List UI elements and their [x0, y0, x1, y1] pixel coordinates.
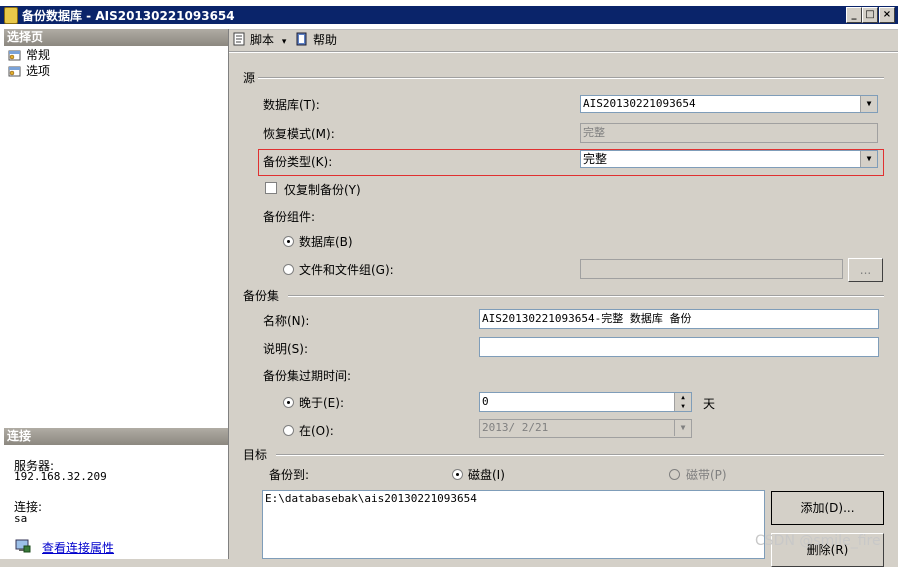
toolbar: 脚本 ▾ 帮助 — [229, 29, 898, 49]
database-value: AIS20130221093654 — [583, 97, 696, 110]
page-item-general[interactable]: 常规 — [8, 47, 50, 63]
expire-date-picker: 2013/ 2/21 ▼ — [479, 419, 692, 438]
select-page-header: 选择页 — [4, 29, 228, 46]
database-icon — [4, 7, 18, 24]
backup-to-label: 备份到: — [269, 468, 310, 482]
source-divider — [258, 77, 884, 79]
watermark: CSDN @smile_fire — [755, 533, 881, 549]
page-gear-icon — [8, 49, 22, 61]
connection-properties-icon — [15, 539, 31, 553]
script-label: 脚本 — [250, 33, 275, 47]
script-button[interactable]: 脚本 ▾ — [232, 31, 286, 48]
help-button[interactable]: 帮助 — [295, 31, 337, 48]
component-files-radio[interactable] — [283, 264, 294, 275]
backup-set-name-label: 名称(N): — [263, 314, 310, 328]
copy-only-checkbox[interactable] — [265, 182, 277, 194]
expire-days-value: 0 — [482, 395, 489, 408]
backup-type-value: 完整 — [583, 152, 608, 166]
description-label: 说明(S): — [263, 342, 309, 356]
minimize-button[interactable]: _ — [846, 7, 862, 23]
window-title-bar[interactable]: 备份数据库 - AIS20130221093654 _ □ × — [0, 0, 898, 30]
toolbar-divider — [229, 51, 898, 53]
expire-after-radio[interactable] — [283, 397, 294, 408]
destination-divider — [276, 454, 884, 456]
backup-type-select[interactable]: 完整 ▼ — [580, 150, 878, 168]
expire-on-label: 在(O): — [299, 424, 334, 438]
browse-files-button[interactable]: ... — [848, 258, 883, 282]
connection-header: 连接 — [4, 428, 228, 445]
source-group-label: 源 — [243, 71, 256, 85]
destination-group-label: 目标 — [243, 448, 268, 462]
left-pane: 选择页 常规 选项 连接 服务器: 192.168.32.209 连接: sa … — [0, 29, 229, 559]
page-item-options[interactable]: 选项 — [8, 63, 50, 79]
expire-on-radio[interactable] — [283, 425, 294, 436]
view-connection-properties-link[interactable]: 查看连接属性 — [42, 539, 114, 556]
page-gear-icon — [8, 65, 22, 77]
page-item-label: 选项 — [26, 64, 51, 78]
backup-component-label: 备份组件: — [263, 210, 316, 224]
add-destination-button[interactable]: 添加(D)... — [771, 491, 884, 525]
expire-date-value: 2013/ 2/21 — [482, 421, 549, 434]
help-label: 帮助 — [313, 33, 338, 47]
backup-set-group-label: 备份集 — [243, 289, 280, 303]
close-button[interactable]: × — [879, 7, 895, 23]
backup-set-divider — [288, 295, 884, 297]
chevron-down-icon: ▼ — [674, 420, 691, 436]
description-input[interactable] — [479, 337, 879, 357]
files-filegroups-field — [580, 259, 843, 279]
recovery-model-label: 恢复模式(M): — [263, 127, 335, 141]
connection-value: sa — [14, 512, 28, 525]
tape-label: 磁带(P) — [686, 468, 727, 482]
stepper-up-icon[interactable]: ▲ — [675, 393, 691, 402]
destination-list[interactable]: E:\databasebak\ais20130221093654 — [262, 490, 765, 559]
component-database-label: 数据库(B) — [299, 235, 353, 249]
expire-after-label: 晚于(E): — [299, 396, 344, 410]
backup-type-label: 备份类型(K): — [263, 155, 333, 169]
chevron-down-icon[interactable]: ▾ — [282, 37, 287, 47]
stepper-down-icon[interactable]: ▼ — [675, 402, 691, 411]
disk-label: 磁盘(I) — [468, 468, 505, 482]
stepper-arrows[interactable]: ▲ ▼ — [674, 393, 691, 411]
recovery-model-field: 完整 — [580, 123, 878, 143]
database-select[interactable]: AIS20130221093654 ▼ — [580, 95, 878, 113]
copy-only-label: 仅复制备份(Y) — [284, 183, 361, 197]
expire-days-stepper[interactable]: 0 ▲ ▼ — [479, 392, 692, 412]
expire-label: 备份集过期时间: — [263, 369, 352, 383]
tape-radio — [669, 469, 680, 480]
server-value: 192.168.32.209 — [14, 470, 107, 483]
help-icon — [295, 32, 309, 46]
days-label: 天 — [703, 397, 716, 411]
disk-radio[interactable] — [452, 469, 463, 480]
chevron-down-icon[interactable]: ▼ — [860, 96, 877, 112]
page-item-label: 常规 — [26, 48, 51, 62]
recovery-model-value: 完整 — [583, 126, 605, 139]
component-files-label: 文件和文件组(G): — [299, 263, 394, 277]
database-label: 数据库(T): — [263, 98, 320, 112]
list-item[interactable]: E:\databasebak\ais20130221093654 — [265, 492, 762, 505]
backup-set-name-input[interactable]: AIS20130221093654-完整 数据库 备份 — [479, 309, 879, 329]
window-title: 备份数据库 - AIS20130221093654 — [22, 9, 235, 23]
maximize-button[interactable]: □ — [862, 7, 878, 23]
chevron-down-icon[interactable]: ▼ — [860, 151, 877, 167]
component-database-radio[interactable] — [283, 236, 294, 247]
script-icon — [232, 32, 246, 46]
